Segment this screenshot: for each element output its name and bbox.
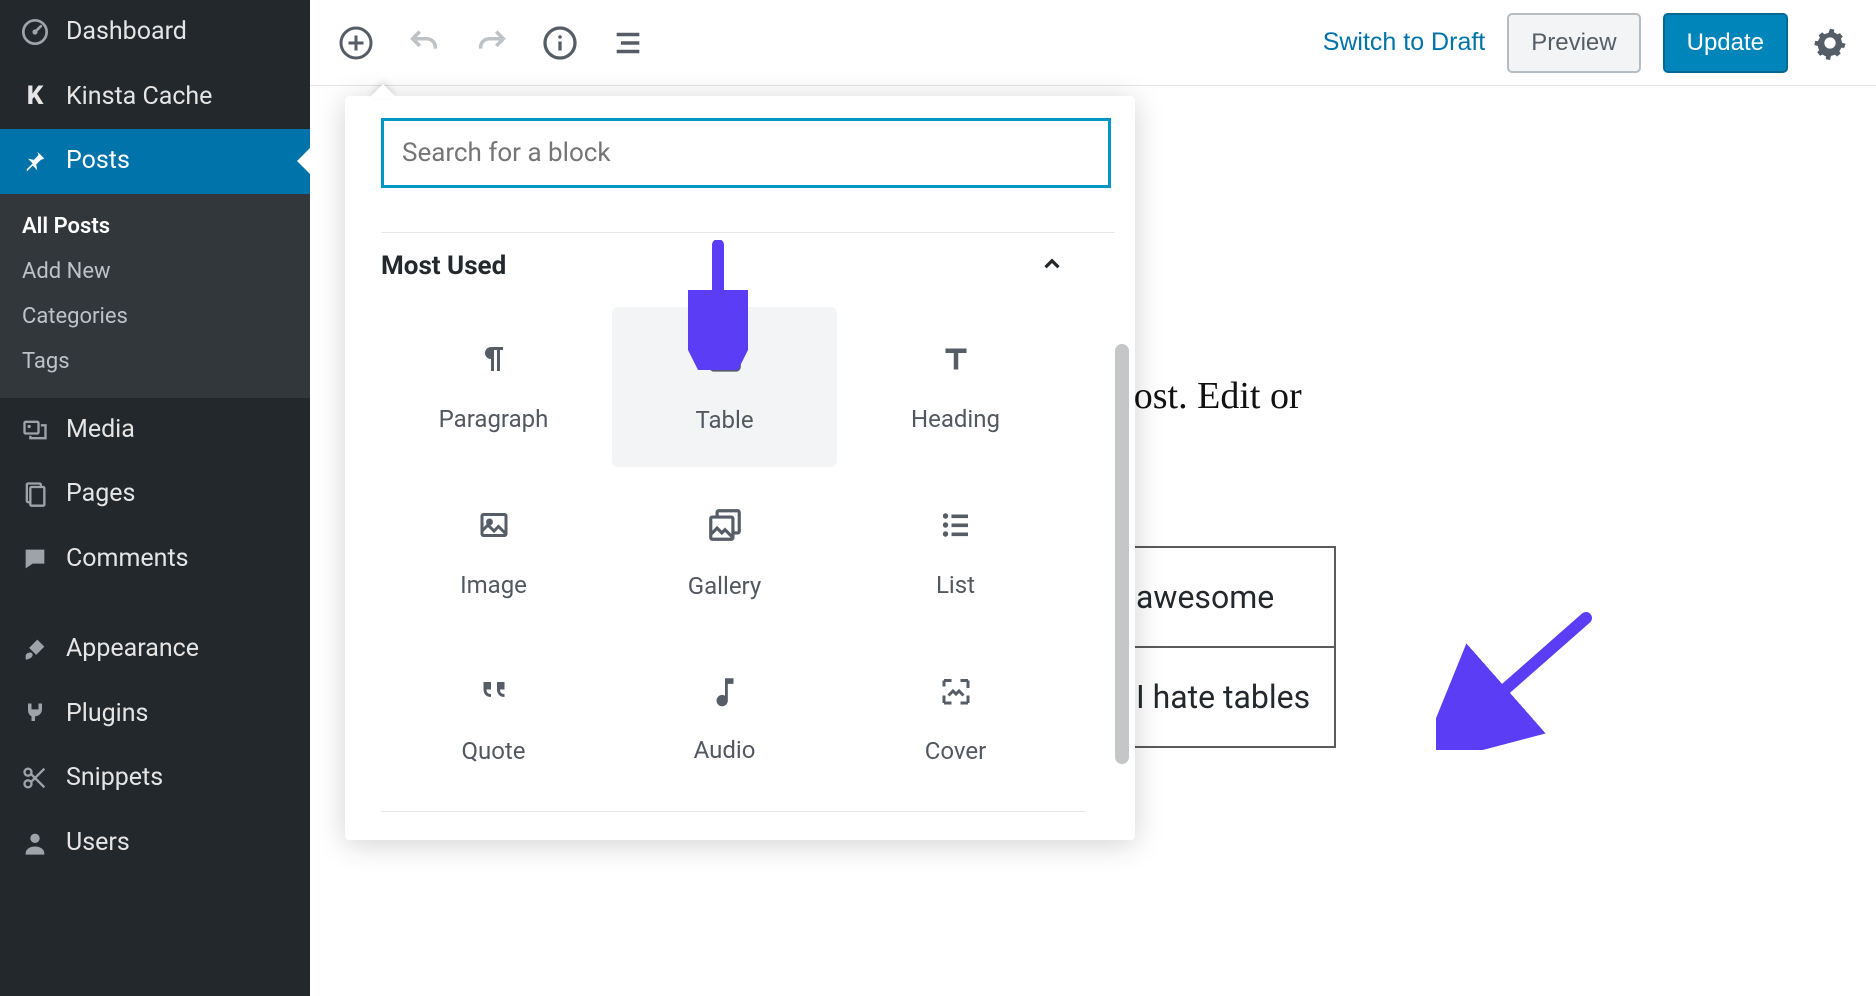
k-icon: K xyxy=(20,82,50,112)
sidebar-item-posts[interactable]: Posts xyxy=(0,129,310,194)
sidebar-sub-add-new[interactable]: Add New xyxy=(0,249,310,294)
sidebar-item-pages[interactable]: Pages xyxy=(0,462,310,527)
sidebar-item-label: Users xyxy=(66,827,130,860)
redo-button[interactable] xyxy=(472,23,512,63)
block-label: Cover xyxy=(925,737,986,765)
block-label: Quote xyxy=(461,737,525,765)
sidebar-item-users[interactable]: Users xyxy=(0,811,310,876)
quote-icon xyxy=(476,673,512,713)
sidebar-item-label: Media xyxy=(66,414,135,447)
cover-icon xyxy=(938,673,974,713)
block-audio[interactable]: Audio xyxy=(612,639,837,799)
block-label: Heading xyxy=(911,405,1000,433)
block-label: Table xyxy=(695,406,753,434)
block-table[interactable]: Table xyxy=(612,307,837,467)
list-icon xyxy=(938,507,974,547)
preview-button[interactable]: Preview xyxy=(1507,13,1640,73)
block-label: Image xyxy=(460,571,527,599)
panel-scrollbar[interactable] xyxy=(1115,344,1129,764)
sidebar-sub-categories[interactable]: Categories xyxy=(0,294,310,339)
user-icon xyxy=(20,828,50,858)
sidebar-item-label: Plugins xyxy=(66,698,148,731)
info-button[interactable] xyxy=(540,23,580,63)
update-button[interactable]: Update xyxy=(1663,13,1788,73)
outline-button[interactable] xyxy=(608,23,648,63)
audio-icon xyxy=(708,674,742,712)
sidebar-item-label: Appearance xyxy=(66,633,199,666)
admin-sidebar: Dashboard K Kinsta Cache Posts All Posts… xyxy=(0,0,310,996)
block-label: Paragraph xyxy=(439,405,549,433)
media-icon xyxy=(20,415,50,445)
block-image[interactable]: Image xyxy=(381,473,606,633)
block-cover[interactable]: Cover xyxy=(843,639,1068,799)
heading-icon xyxy=(938,341,974,381)
switch-to-draft-button[interactable]: Switch to Draft xyxy=(1323,28,1486,57)
editor-topbar: Switch to Draft Preview Update xyxy=(310,0,1876,86)
table-cell[interactable]: I hate tables xyxy=(1111,647,1335,747)
block-search-input[interactable] xyxy=(381,118,1111,188)
block-grid: Paragraph Table Heading Image Gallery xyxy=(381,307,1115,799)
block-gallery[interactable]: Gallery xyxy=(612,473,837,633)
paragraph-icon xyxy=(476,341,512,381)
sidebar-item-snippets[interactable]: Snippets xyxy=(0,746,310,811)
sidebar-item-label: Posts xyxy=(66,145,130,178)
sidebar-sub-all-posts[interactable]: All Posts xyxy=(0,204,310,249)
comments-icon xyxy=(20,544,50,574)
block-inserter-panel: Most Used Paragraph Table Heading xyxy=(345,96,1135,840)
sidebar-item-label: Dashboard xyxy=(66,16,187,49)
sidebar-item-kinsta-cache[interactable]: K Kinsta Cache xyxy=(0,65,310,130)
block-heading[interactable]: Heading xyxy=(843,307,1068,467)
pin-icon xyxy=(20,146,50,176)
sidebar-item-appearance[interactable]: Appearance xyxy=(0,617,310,682)
annotation-arrow-diagonal xyxy=(1436,610,1596,750)
chevron-up-icon[interactable] xyxy=(1039,251,1065,281)
block-paragraph[interactable]: Paragraph xyxy=(381,307,606,467)
sidebar-item-dashboard[interactable]: Dashboard xyxy=(0,0,310,65)
add-block-button[interactable] xyxy=(336,23,376,63)
sidebar-item-label: Pages xyxy=(66,478,135,511)
sidebar-item-label: Kinsta Cache xyxy=(66,81,212,114)
block-label: Gallery xyxy=(688,572,762,600)
block-list[interactable]: List xyxy=(843,473,1068,633)
sidebar-item-label: Comments xyxy=(66,543,189,576)
settings-button[interactable] xyxy=(1810,23,1850,63)
table-cell[interactable]: awesome xyxy=(1111,547,1335,647)
sidebar-sub-tags[interactable]: Tags xyxy=(0,339,310,384)
sidebar-item-comments[interactable]: Comments xyxy=(0,527,310,592)
block-label: Audio xyxy=(694,736,756,764)
image-icon xyxy=(476,507,512,547)
block-quote[interactable]: Quote xyxy=(381,639,606,799)
sidebar-item-plugins[interactable]: Plugins xyxy=(0,682,310,747)
sidebar-item-label: Snippets xyxy=(66,762,163,795)
pages-icon xyxy=(20,479,50,509)
scissors-icon xyxy=(20,763,50,793)
block-label: List xyxy=(936,571,975,599)
sidebar-item-media[interactable]: Media xyxy=(0,398,310,463)
plug-icon xyxy=(20,699,50,729)
gallery-icon xyxy=(706,506,744,548)
sidebar-submenu-posts: All Posts Add New Categories Tags xyxy=(0,194,310,398)
undo-button[interactable] xyxy=(404,23,444,63)
table-icon xyxy=(706,340,744,382)
dashboard-icon xyxy=(20,17,50,47)
brush-icon xyxy=(20,634,50,664)
block-section-title: Most Used xyxy=(381,251,506,281)
